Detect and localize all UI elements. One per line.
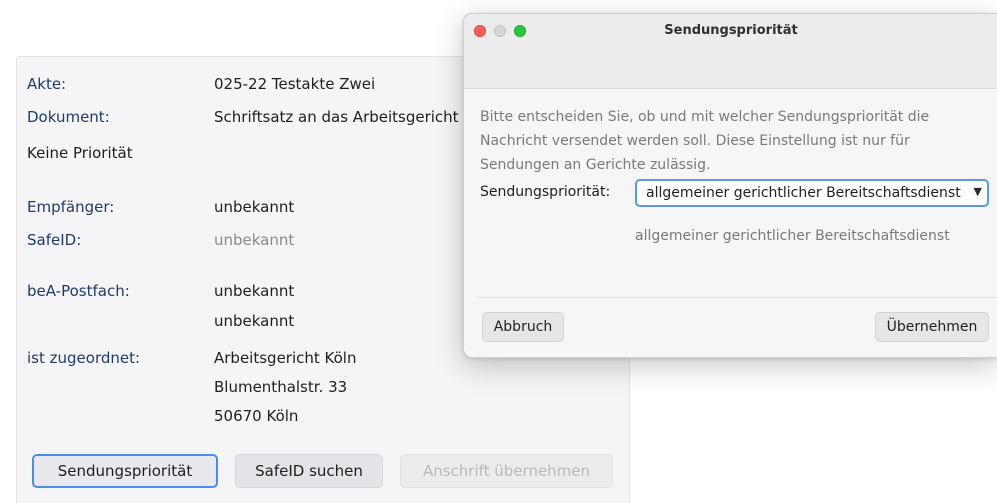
priority-select[interactable]: allgemeiner gerichtlicher Bereitschaftsd… [635,179,989,207]
priority-select-value: allgemeiner gerichtlicher Bereitschaftsd… [646,185,961,201]
priority-field-label: Sendungspriorität: [480,184,611,200]
dialog-title: Sendungspriorität [664,23,798,38]
instruction-line: Sendungen an Gerichte zulässig. [480,157,711,173]
dialog-titlebar: Sendungspriorität [464,14,997,89]
dropdown-arrow-icon: ▼ [973,185,982,198]
sendungsprioritaet-button[interactable]: Sendungspriorität [32,454,218,488]
bea-label: beA-Postfach: [27,282,130,300]
priority-description: allgemeiner gerichtlicher Bereitschaftsd… [635,228,950,244]
address-line: Blumenthalstr. 33 [214,378,348,396]
address-line: 50670 Köln [214,407,299,425]
apply-button[interactable]: Übernehmen [875,312,989,342]
dokument-label: Dokument: [27,108,110,126]
anschrift-uebernehmen-button: Anschrift übernehmen [400,454,613,488]
safeid-value: unbekannt [214,231,295,249]
bea-value-2: unbekannt [214,312,295,330]
dokument-value: Schriftsatz an das Arbeitsgericht [214,108,459,126]
dialog-instructions: Bitte entscheiden Sie, ob und mit welche… [480,105,950,177]
empfaenger-value: unbekannt [214,198,295,216]
address-line: Arbeitsgericht Köln [214,349,357,367]
safeid-suchen-button[interactable]: SafeID suchen [235,454,383,488]
bea-value-1: unbekannt [214,282,295,300]
instruction-line: Nachricht versendet werden soll. Diese E… [480,133,910,149]
empfaenger-label: Empfänger: [27,198,115,216]
akte-label: Akte: [27,75,67,93]
cancel-button[interactable]: Abbruch [482,312,564,342]
akte-value: 025-22 Testakte Zwei [214,75,376,93]
divider [478,297,997,298]
safeid-label: SafeID: [27,231,82,249]
sendungsprioritaet-dialog: Sendungspriorität Bitte entscheiden Sie,… [463,13,997,358]
instruction-line: Bitte entscheiden Sie, ob und mit welche… [480,109,930,125]
zugeordnet-label: ist zugeordnet: [27,349,141,367]
priority-status: Keine Priorität [27,144,133,162]
